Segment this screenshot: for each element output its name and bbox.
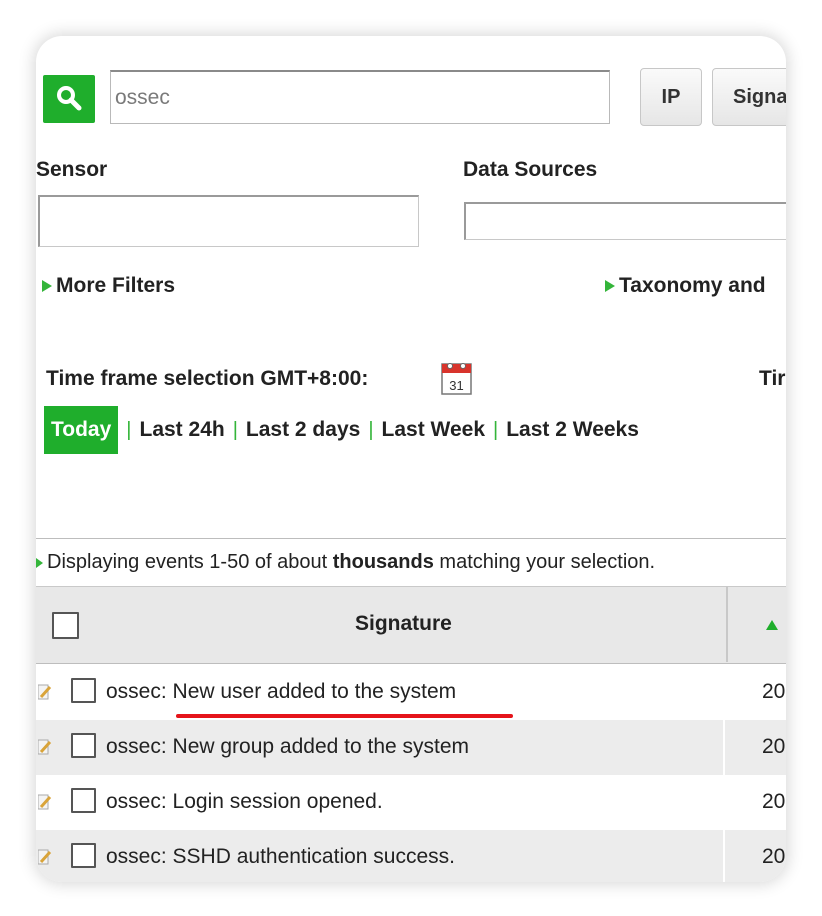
triangle-up-icon[interactable]: [766, 620, 778, 630]
annotation-underline: [176, 714, 513, 718]
date-cell: 20: [762, 680, 786, 703]
row-checkbox[interactable]: [71, 843, 96, 868]
ip-filter-button[interactable]: IP: [640, 68, 702, 126]
sensor-label: Sensor: [36, 158, 108, 181]
timeframe-last-2-weeks[interactable]: Last 2 Weeks: [506, 418, 639, 442]
column-divider: [723, 720, 725, 775]
timeframe-today[interactable]: Today: [44, 406, 119, 454]
date-cell: 20: [762, 735, 786, 758]
more-filters-link[interactable]: More Filters: [42, 274, 175, 298]
select-all-checkbox[interactable]: [52, 612, 79, 639]
separator: |: [368, 419, 374, 441]
edit-pencil-icon[interactable]: [38, 848, 52, 866]
expand-arrow-icon: [42, 280, 52, 293]
bullet-arrow-icon: [36, 557, 43, 568]
timeframe-last-week[interactable]: Last Week: [382, 418, 486, 442]
edit-pencil-icon[interactable]: [38, 738, 52, 756]
taxonomy-label: Taxonomy and: [619, 274, 766, 297]
row-checkbox[interactable]: [71, 678, 96, 703]
date-cell: 20: [762, 790, 786, 813]
timeframe-options: Today | Last 24h | Last 2 days | Last Week | Las…: [44, 406, 639, 454]
summary-prefix: Displaying events 1-50 of about: [47, 551, 333, 573]
column-divider: [723, 830, 725, 882]
search-button[interactable]: [43, 75, 95, 123]
separator: |: [126, 419, 132, 441]
edit-pencil-icon[interactable]: [38, 793, 52, 811]
main-panel: ossec IP Signa Sensor Data Sources More …: [36, 36, 786, 882]
divider: [36, 538, 786, 539]
magnifier-icon: [57, 86, 82, 111]
summary-suffix: matching your selection.: [433, 551, 656, 573]
signature-cell[interactable]: ossec: SSHD authentication success.: [106, 845, 455, 869]
edit-pencil-icon[interactable]: [38, 683, 52, 701]
results-summary: Displaying events 1-50 of about thousand…: [36, 551, 655, 574]
calendar-icon[interactable]: 31: [440, 360, 474, 396]
column-divider: [726, 586, 728, 662]
signature-column-header[interactable]: Signature: [355, 612, 452, 636]
signature-cell[interactable]: ossec: New user added to the system: [106, 680, 456, 704]
row-checkbox[interactable]: [71, 788, 96, 813]
expand-arrow-icon: [605, 280, 615, 293]
separator: |: [232, 419, 238, 441]
summary-count: thousands: [332, 551, 434, 573]
timeframe-last-2-days[interactable]: Last 2 days: [246, 418, 360, 442]
row-checkbox[interactable]: [71, 733, 96, 758]
signature-cell[interactable]: ossec: Login session opened.: [106, 790, 383, 814]
timeframe-label: Time frame selection GMT+8:00:: [46, 367, 369, 390]
signature-cell[interactable]: ossec: New group added to the system: [106, 735, 469, 759]
data-sources-field[interactable]: [464, 202, 786, 240]
calendar-day: 31: [449, 378, 463, 393]
timeframe-last-24h[interactable]: Last 24h: [140, 418, 225, 442]
search-input[interactable]: ossec: [110, 70, 610, 124]
signature-filter-button[interactable]: Signa: [712, 68, 786, 126]
taxonomy-link[interactable]: Taxonomy and: [605, 274, 766, 298]
sensor-field[interactable]: [38, 195, 419, 247]
data-sources-label: Data Sources: [463, 158, 598, 181]
more-filters-label: More Filters: [56, 274, 176, 297]
date-cell: 20: [762, 845, 786, 868]
time-range-label-clipped: Tir: [759, 367, 786, 390]
separator: |: [493, 419, 499, 441]
